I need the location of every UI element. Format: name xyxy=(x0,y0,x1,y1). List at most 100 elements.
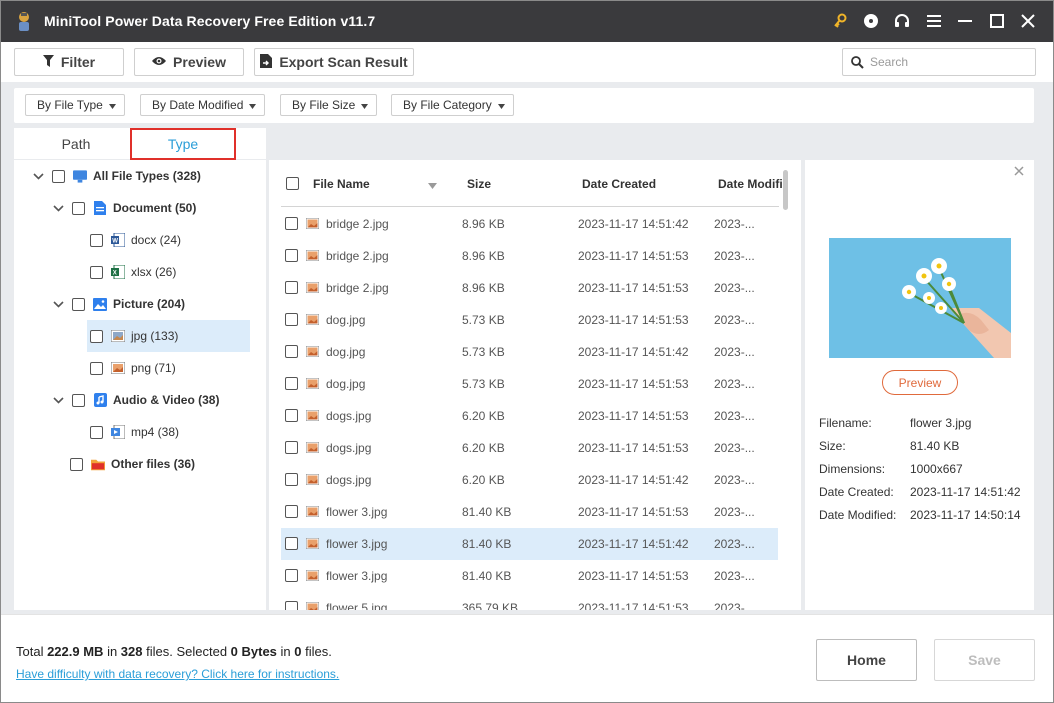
vertical-scrollbar[interactable] xyxy=(783,170,788,210)
status-text: in xyxy=(276,644,295,659)
key-icon[interactable] xyxy=(830,11,850,31)
checkbox[interactable] xyxy=(52,169,65,183)
tree-item-jpg[interactable]: jpg (133) xyxy=(90,322,178,350)
search-box[interactable] xyxy=(842,48,1036,76)
help-link[interactable]: Have difficulty with data recovery? Clic… xyxy=(16,667,339,681)
date-modified-cell: 2023-... xyxy=(714,313,755,327)
table-row[interactable]: dogs.jpg 6.20 KB 2023-11-17 14:51:42 2023-.… xyxy=(281,464,778,496)
row-checkbox[interactable] xyxy=(285,569,298,582)
media-icon xyxy=(93,393,107,407)
column-header-size[interactable]: Size xyxy=(467,177,491,191)
row-checkbox[interactable] xyxy=(285,601,298,610)
chevron-down-icon xyxy=(497,98,505,112)
image-file-icon xyxy=(305,569,320,584)
checkbox[interactable] xyxy=(72,297,85,311)
disc-icon[interactable] xyxy=(861,11,881,31)
select-all-checkbox[interactable] xyxy=(286,177,299,190)
tree-item-other-files[interactable]: Other files (36) xyxy=(70,450,195,478)
save-button[interactable]: Save xyxy=(934,639,1035,681)
checkbox[interactable] xyxy=(90,425,103,439)
checkbox[interactable] xyxy=(70,457,83,471)
row-checkbox[interactable] xyxy=(285,217,298,230)
tree-item-mp4[interactable]: mp4 (38) xyxy=(90,418,179,446)
table-row[interactable]: flower 5.jpg 365.79 KB 2023-11-17 14:51:53… xyxy=(281,592,778,610)
image-file-icon xyxy=(305,505,320,520)
table-row[interactable]: flower 3.jpg 81.40 KB 2023-11-17 14:51:53 2… xyxy=(281,496,778,528)
folder-icon xyxy=(91,457,105,471)
date-modified-cell: 2023-... xyxy=(714,281,755,295)
preview-button[interactable]: Preview xyxy=(134,48,244,76)
tree-item-all-file-types[interactable]: All File Types (328) xyxy=(32,162,201,190)
table-row[interactable]: flower 3.jpg 81.40 KB 2023-11-17 14:51:53 2… xyxy=(281,560,778,592)
table-row[interactable]: flower 3.jpg 81.40 KB 2023-11-17 14:51:42 2… xyxy=(281,528,778,560)
by-file-size-dropdown[interactable]: By File Size xyxy=(280,94,378,116)
checkbox[interactable] xyxy=(90,329,103,343)
by-file-type-label: By File Type xyxy=(37,98,103,112)
file-type-tree: All File Types (328) Document (50) W doc… xyxy=(14,160,266,610)
sort-descending-icon[interactable] xyxy=(428,178,437,192)
column-header-file-name[interactable]: File Name xyxy=(313,177,370,191)
minimize-icon[interactable] xyxy=(955,11,975,31)
row-checkbox[interactable] xyxy=(285,249,298,262)
tree-item-picture[interactable]: Picture (204) xyxy=(52,290,185,318)
checkbox[interactable] xyxy=(90,265,103,279)
chevron-down-icon[interactable] xyxy=(52,394,64,406)
chevron-down-icon[interactable] xyxy=(52,202,64,214)
filter-button[interactable]: Filter xyxy=(14,48,124,76)
row-checkbox[interactable] xyxy=(285,345,298,358)
svg-text:W: W xyxy=(112,239,118,245)
tree-label: Document (50) xyxy=(113,201,197,215)
row-checkbox[interactable] xyxy=(285,281,298,294)
table-row[interactable]: bridge 2.jpg 8.96 KB 2023-11-17 14:51:42 20… xyxy=(281,208,778,240)
headset-icon[interactable] xyxy=(892,11,912,31)
table-row[interactable]: dog.jpg 5.73 KB 2023-11-17 14:51:53 2023-..… xyxy=(281,304,778,336)
checkbox[interactable] xyxy=(72,201,85,215)
checkbox[interactable] xyxy=(90,361,103,375)
close-icon[interactable] xyxy=(1018,11,1038,31)
row-checkbox[interactable] xyxy=(285,313,298,326)
column-header-date-created[interactable]: Date Created xyxy=(582,177,656,191)
close-preview-icon[interactable] xyxy=(1014,165,1026,177)
row-checkbox[interactable] xyxy=(285,473,298,486)
chevron-down-icon xyxy=(361,98,369,112)
search-input[interactable] xyxy=(870,55,1020,69)
tab-path[interactable]: Path xyxy=(44,128,108,159)
table-row[interactable]: bridge 2.jpg 8.96 KB 2023-11-17 14:51:53 20… xyxy=(281,272,778,304)
image-file-icon xyxy=(305,281,320,296)
table-row[interactable]: dog.jpg 5.73 KB 2023-11-17 14:51:42 2023-..… xyxy=(281,336,778,368)
tree-item-png[interactable]: png (71) xyxy=(90,354,176,382)
table-row[interactable]: bridge 2.jpg 8.96 KB 2023-11-17 14:51:53 20… xyxy=(281,240,778,272)
menu-icon[interactable] xyxy=(924,11,944,31)
chevron-down-icon[interactable] xyxy=(32,170,44,182)
svg-text:X: X xyxy=(113,271,117,277)
column-header-date-modified[interactable]: Date Modifi xyxy=(718,177,783,191)
row-checkbox[interactable] xyxy=(285,441,298,454)
by-file-category-dropdown[interactable]: By File Category xyxy=(391,94,514,116)
row-checkbox[interactable] xyxy=(285,537,298,550)
date-created-cell: 2023-11-17 14:51:42 xyxy=(578,217,689,231)
row-checkbox[interactable] xyxy=(285,409,298,422)
preview-file-button[interactable]: Preview xyxy=(882,370,958,395)
tree-item-audio-video[interactable]: Audio & Video (38) xyxy=(52,386,219,414)
image-file-icon xyxy=(305,217,320,232)
tree-item-docx[interactable]: W docx (24) xyxy=(90,226,181,254)
chevron-down-icon[interactable] xyxy=(52,298,64,310)
table-row[interactable]: dogs.jpg 6.20 KB 2023-11-17 14:51:53 2023-.… xyxy=(281,400,778,432)
tab-type[interactable]: Type xyxy=(130,128,236,160)
row-checkbox[interactable] xyxy=(285,505,298,518)
checkbox[interactable] xyxy=(72,393,85,407)
by-date-modified-dropdown[interactable]: By Date Modified xyxy=(140,94,266,116)
file-size-cell: 81.40 KB xyxy=(462,569,512,583)
tree-item-document[interactable]: Document (50) xyxy=(52,194,196,222)
tree-item-xlsx[interactable]: X xlsx (26) xyxy=(90,258,176,286)
row-checkbox[interactable] xyxy=(285,377,298,390)
by-file-type-dropdown[interactable]: By File Type xyxy=(25,94,125,116)
file-name-cell: flower 5.jpg xyxy=(326,601,388,610)
home-button[interactable]: Home xyxy=(816,639,917,681)
export-scan-result-button[interactable]: Export Scan Result xyxy=(254,48,414,76)
file-name-cell: flower 3.jpg xyxy=(326,505,388,519)
table-row[interactable]: dog.jpg 5.73 KB 2023-11-17 14:51:53 2023-..… xyxy=(281,368,778,400)
table-row[interactable]: dogs.jpg 6.20 KB 2023-11-17 14:51:53 2023-.… xyxy=(281,432,778,464)
checkbox[interactable] xyxy=(90,233,103,247)
maximize-icon[interactable] xyxy=(987,11,1007,31)
